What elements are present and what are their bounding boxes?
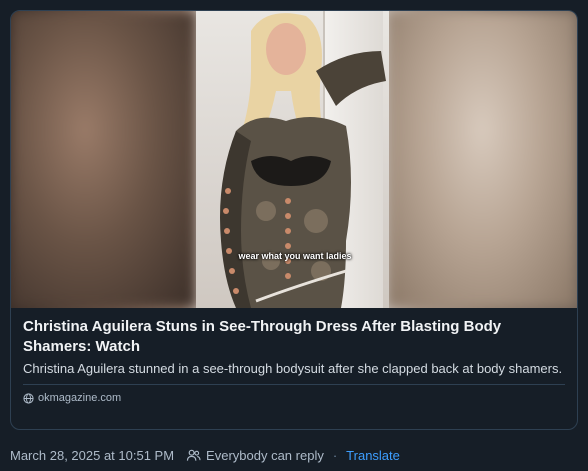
link-card-info[interactable]: Christina Aguilera Stuns in See-Through … <box>11 308 577 411</box>
post-meta-row: March 28, 2025 at 10:51 PM Everybody can… <box>10 446 400 464</box>
post-timestamp[interactable]: March 28, 2025 at 10:51 PM <box>10 448 174 463</box>
link-thumbnail[interactable]: wear what you want ladies <box>11 11 577 308</box>
reply-setting-label: Everybody can reply <box>206 447 324 463</box>
globe-icon <box>23 392 34 404</box>
video-still-frame <box>196 11 389 308</box>
people-icon <box>186 449 201 461</box>
person-figure-image <box>220 13 386 308</box>
link-preview-card[interactable]: wear what you want ladies Christina Agui… <box>10 10 578 430</box>
link-title[interactable]: Christina Aguilera Stuns in See-Through … <box>23 317 565 357</box>
link-description: Christina Aguilera stunned in a see-thro… <box>23 361 563 376</box>
source-domain: okmagazine.com <box>38 392 122 404</box>
link-source[interactable]: okmagazine.com <box>23 385 565 411</box>
thumbnail-blur-right <box>387 11 577 308</box>
thumbnail-blur-left <box>11 11 196 308</box>
video-caption-overlay: wear what you want ladies <box>238 251 352 261</box>
translate-link[interactable]: Translate <box>346 448 400 463</box>
reply-setting[interactable]: Everybody can reply <box>186 448 324 463</box>
meta-separator: · <box>332 447 338 463</box>
